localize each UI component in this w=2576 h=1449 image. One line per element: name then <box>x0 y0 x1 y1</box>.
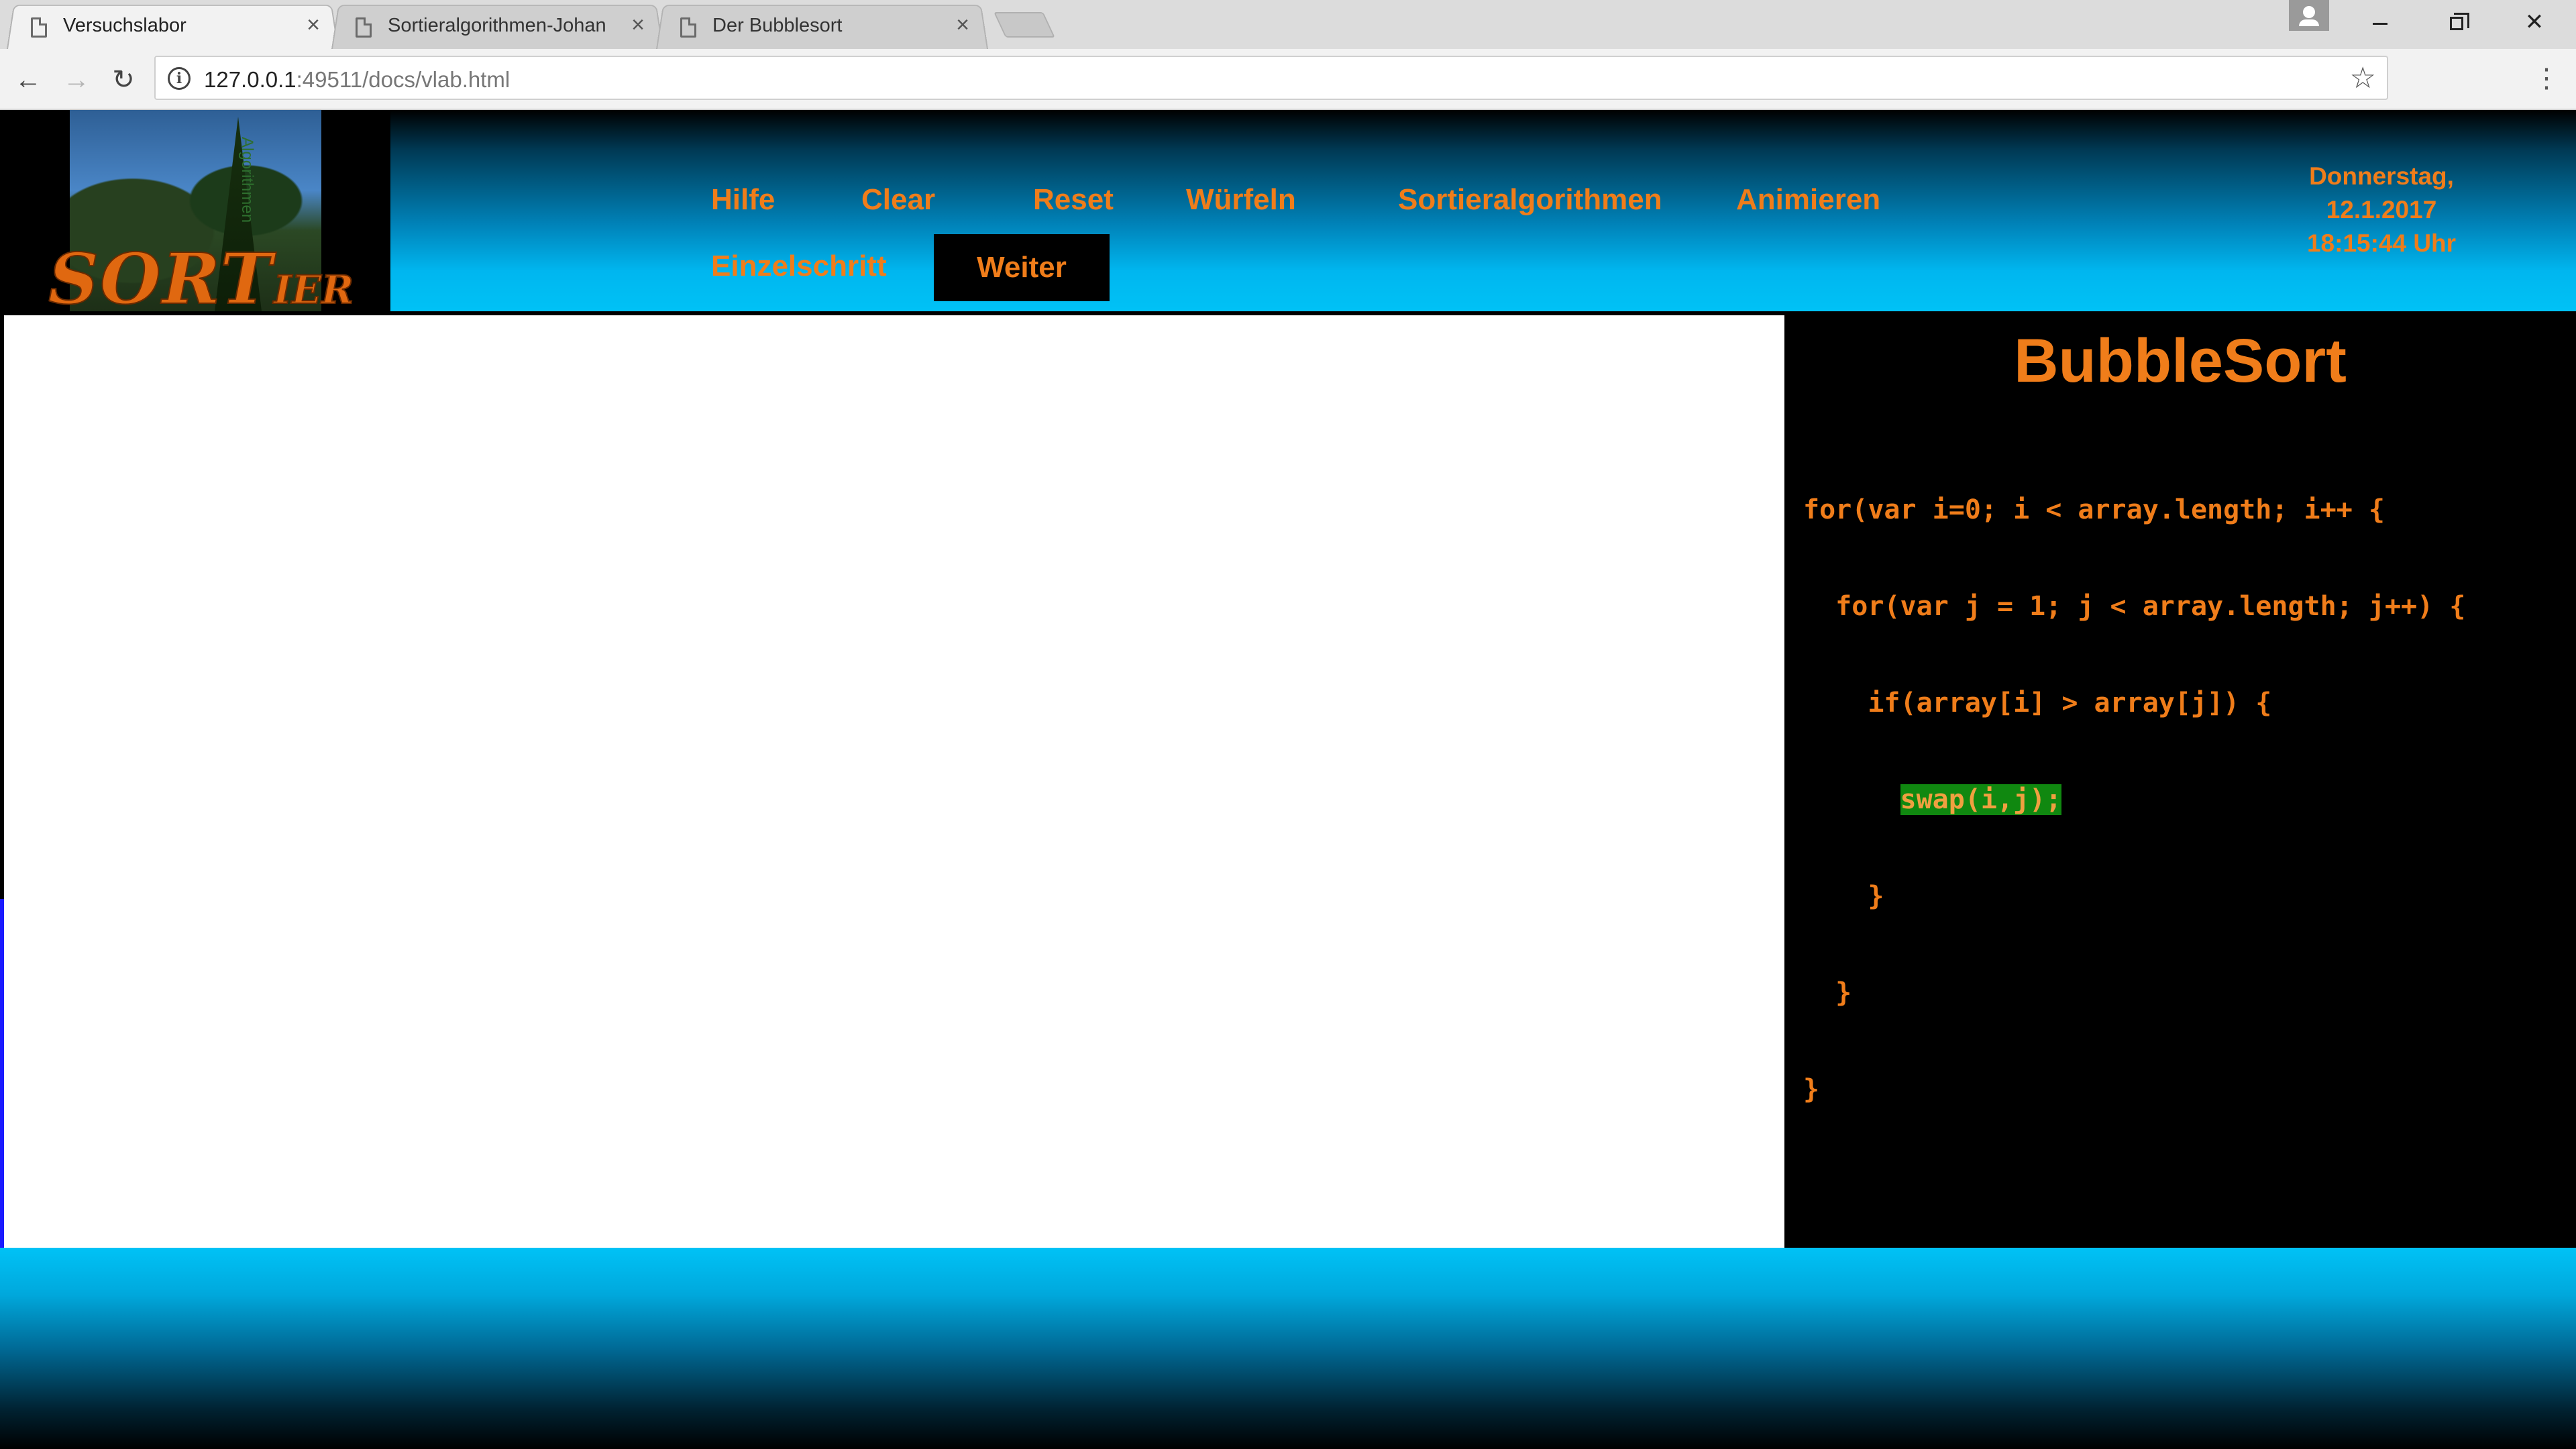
tab-title: Sortieralgorithmen-Johan <box>388 15 606 36</box>
highlighted-statement: swap(i,j); <box>1900 784 2062 815</box>
url-text[interactable]: 127.0.0.1:49511/docs/vlab.html <box>204 67 510 93</box>
close-icon[interactable]: × <box>307 13 320 37</box>
reload-icon[interactable]: ↻ <box>107 64 140 96</box>
star-icon[interactable]: ☆ <box>2350 62 2376 95</box>
date: 12.1.2017 <box>2326 196 2437 223</box>
time: 18:15:44 Uhr <box>2306 229 2457 257</box>
kebab-menu-icon[interactable]: ⋮ <box>2533 64 2560 96</box>
restore-icon <box>2450 13 2469 31</box>
menu-einzelschritt[interactable]: Einzelschritt <box>695 234 903 299</box>
browser-chrome: Versuchslabor × Sortieralgorithmen-Johan… <box>0 0 2576 110</box>
info-icon[interactable]: i <box>168 67 191 90</box>
menu-clear[interactable]: Clear <box>845 168 951 232</box>
page-footer <box>0 1248 2576 1449</box>
code-line: } <box>1803 881 1884 912</box>
minimize-button[interactable] <box>2360 5 2400 39</box>
new-tab-button[interactable] <box>994 12 1055 38</box>
tab-versuchslabor[interactable]: Versuchslabor × <box>7 1 339 50</box>
logo-tagline: Algorithmen <box>238 137 256 223</box>
tab-bubblesort[interactable]: Der Bubblesort × <box>656 1 988 50</box>
tab-title: Der Bubblesort <box>712 15 843 36</box>
page-header: Algorithmen SORTIER Hilfe Clear Reset Wü… <box>0 110 2576 315</box>
profile-icon[interactable] <box>2289 0 2329 31</box>
minimize-icon <box>2373 22 2387 25</box>
code-line: for(var j = 1; j < array.length; j++) { <box>1803 591 2466 622</box>
menu-animieren[interactable]: Animieren <box>1720 168 1896 232</box>
code-line-current: swap(i,j); <box>1803 784 2465 816</box>
menu-hilfe[interactable]: Hilfe <box>695 168 791 232</box>
close-icon[interactable]: × <box>631 13 645 37</box>
code-line: if(array[i] > array[j]) { <box>1803 688 2272 718</box>
logo-wordmark: SORTIER <box>48 237 354 320</box>
tab-strip: Versuchslabor × Sortieralgorithmen-Johan… <box>0 0 2576 50</box>
menu-weiter[interactable]: Weiter <box>934 234 1110 301</box>
address-bar[interactable]: i 127.0.0.1:49511/docs/vlab.html ☆ <box>154 56 2388 100</box>
weekday: Donnerstag, <box>2309 162 2454 190</box>
menu-sortieralgorithmen[interactable]: Sortieralgorithmen <box>1382 168 1678 232</box>
arrow-left-icon[interactable]: ← <box>12 64 44 96</box>
browser-toolbar: ← → ↻ i 127.0.0.1:49511/docs/vlab.html ☆… <box>0 49 2576 110</box>
algorithm-title: BubbleSort <box>2014 327 2347 395</box>
visualization-canvas[interactable] <box>4 315 1784 1248</box>
code-panel: BubbleSort for(var i=0; i < array.length… <box>1784 311 2576 1248</box>
close-icon[interactable]: × <box>956 13 969 37</box>
restore-button[interactable] <box>2436 5 2477 39</box>
arrow-right-icon[interactable]: → <box>60 64 93 96</box>
page-icon <box>680 17 696 38</box>
code-line: for(var i=0; i < array.length; i++ { <box>1803 494 2385 525</box>
code-line: } <box>1803 1074 1820 1105</box>
window-close-button[interactable]: ✕ <box>2514 5 2555 39</box>
main-menu: Hilfe Clear Reset Würfeln Sortieralgorit… <box>695 110 1936 311</box>
page: Algorithmen SORTIER Hilfe Clear Reset Wü… <box>0 110 2576 1449</box>
code-listing: for(var i=0; i < array.length; i++ { for… <box>1803 429 2465 1170</box>
tab-sortieralgorithmen[interactable]: Sortieralgorithmen-Johan × <box>331 1 663 50</box>
menu-wuerfeln[interactable]: Würfeln <box>1170 168 1312 232</box>
page-icon <box>356 17 372 38</box>
date-time-display: Donnerstag, 12.1.2017 18:15:44 Uhr <box>2261 160 2502 260</box>
menu-reset[interactable]: Reset <box>1017 168 1130 232</box>
canvas-edge <box>0 899 4 1248</box>
logo: Algorithmen SORTIER <box>0 110 390 315</box>
page-icon <box>31 17 47 38</box>
code-line: } <box>1803 977 1852 1008</box>
tab-title: Versuchslabor <box>63 15 186 36</box>
